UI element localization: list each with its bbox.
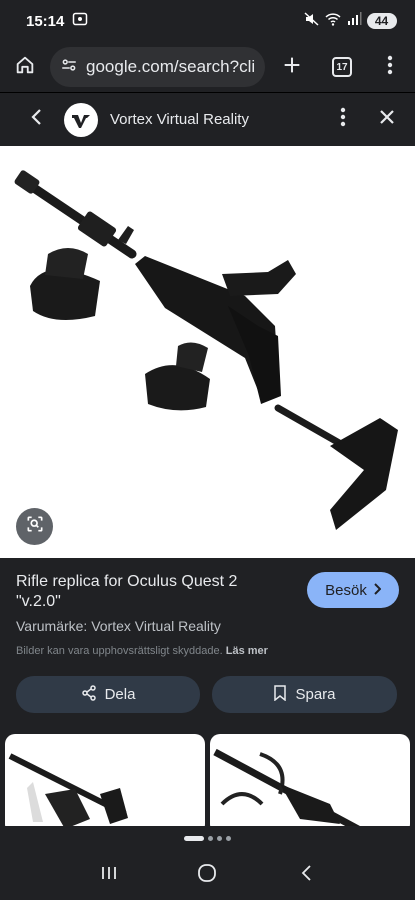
home-icon [14, 54, 36, 81]
pager-dot [208, 835, 213, 841]
save-button[interactable]: Spara [212, 676, 397, 713]
wifi-icon [325, 11, 341, 32]
status-bar: 15:14 44 [0, 0, 415, 42]
mute-icon [304, 11, 320, 32]
recents-button[interactable] [89, 855, 129, 895]
related-results [0, 728, 415, 826]
visit-button[interactable]: Besök [307, 572, 399, 608]
status-time: 15:14 [26, 12, 65, 30]
related-thumbnail[interactable] [5, 734, 205, 826]
tab-switcher-button[interactable]: 17 [317, 42, 367, 92]
plus-icon [281, 54, 303, 81]
chevron-right-icon [373, 582, 382, 599]
site-info-icon[interactable] [60, 56, 78, 79]
recents-icon [100, 865, 118, 886]
share-icon [81, 684, 97, 705]
lens-search-button[interactable] [16, 508, 53, 545]
close-icon [378, 108, 396, 131]
pager-active [184, 835, 204, 841]
brand-text: Varumärke: Vortex Virtual Reality [16, 618, 221, 634]
battery-indicator: 44 [367, 13, 397, 29]
rifle-thumbnail-image [213, 748, 360, 826]
share-label: Dela [104, 686, 136, 703]
address-bar[interactable]: google.com/search?clier [50, 47, 265, 87]
visit-label: Besök [325, 581, 367, 599]
carousel-pager [0, 826, 415, 850]
back-nav-icon [300, 864, 312, 887]
browser-menu-button[interactable] [367, 42, 412, 92]
home-nav-button[interactable] [187, 855, 227, 895]
back-nav-button[interactable] [286, 855, 326, 895]
signal-icon [346, 11, 362, 32]
panel-menu-button[interactable] [323, 93, 363, 147]
back-icon [30, 108, 44, 131]
related-thumbnail[interactable] [210, 734, 410, 826]
close-button[interactable] [363, 93, 411, 147]
more-vert-icon [387, 55, 393, 80]
lens-icon [25, 514, 45, 539]
tabs-icon: 17 [332, 57, 352, 77]
home-nav-icon [197, 863, 217, 888]
share-button[interactable]: Dela [16, 676, 200, 713]
image-panel-header: Vortex Virtual Reality [0, 92, 415, 146]
system-nav-bar [0, 850, 415, 900]
read-more-link[interactable]: Läs mer [226, 645, 268, 657]
image-info: Rifle replica for Oculus Quest 2 "v.2.0"… [0, 558, 415, 728]
rifle-product-image [14, 170, 398, 530]
result-title[interactable]: Rifle replica for Oculus Quest 2 "v.2.0" [16, 572, 286, 612]
copyright-text: Bilder kan vara upphovsrättsligt skyddad… [16, 645, 223, 657]
screenshot-icon [72, 11, 88, 32]
site-logo [64, 102, 98, 137]
more-vert-icon [340, 107, 346, 132]
back-button[interactable] [12, 93, 62, 147]
new-tab-button[interactable] [267, 42, 317, 92]
url-text: google.com/search?clier [86, 57, 255, 76]
pager-dot [217, 835, 222, 841]
site-name[interactable]: Vortex Virtual Reality [110, 111, 249, 128]
main-image[interactable] [0, 146, 415, 558]
bookmark-icon [273, 684, 287, 705]
copyright-notice: Bilder kan vara upphovsrättsligt skyddad… [16, 645, 268, 657]
save-label: Spara [295, 686, 336, 703]
home-button[interactable] [0, 42, 50, 92]
browser-toolbar: google.com/search?clier 17 [0, 42, 415, 92]
rifle-thumbnail-image [8, 753, 128, 826]
pager-dot [226, 835, 231, 841]
